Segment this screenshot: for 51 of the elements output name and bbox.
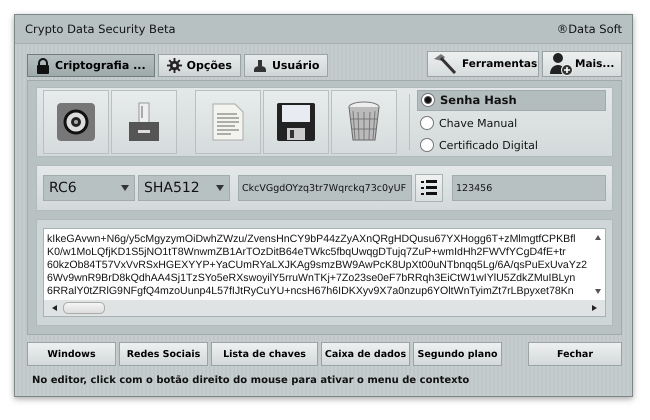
menu-button[interactable]: Lista de chaves	[211, 342, 318, 366]
tab[interactable]: Criptografia ...	[27, 54, 155, 77]
safe-dial-icon	[56, 102, 96, 142]
more-button[interactable]: Mais...	[542, 51, 622, 77]
password-field[interactable]: 123456	[452, 175, 606, 201]
radio-option[interactable]: Certificado Digital	[417, 136, 606, 154]
tab[interactable]: Usuário	[244, 54, 328, 77]
gear-icon	[166, 58, 182, 73]
menu-button[interactable]: Windows	[27, 342, 116, 366]
person-icon	[252, 58, 267, 72]
hammer-icon	[434, 54, 456, 74]
usb-drive-button[interactable]	[111, 90, 177, 154]
window-title: Crypto Data Security Beta	[25, 22, 176, 36]
padlock-icon	[36, 58, 50, 74]
algorithm-dropdown[interactable]: RC6	[43, 175, 135, 201]
hash-dropdown[interactable]: SHA512	[138, 175, 230, 201]
editor-line: 6Wv9wnR9BrD8kQdhAA4Sj1TzSYo5eRXswoyilY5rruWnTKj+7Zo23se0eF7bRRqh3EiCtW1wIYlU5ZdkZMuIBLyn	[47, 272, 576, 285]
menu-button[interactable]: Segundo plano	[413, 342, 502, 366]
caret-icon	[121, 185, 129, 191]
document-button[interactable]	[195, 90, 261, 154]
close-button[interactable]: Fechar	[528, 342, 622, 366]
menu-button[interactable]: Caixa de dados	[321, 342, 410, 366]
horizontal-scrollbar[interactable]	[44, 300, 605, 316]
caret-icon	[216, 185, 224, 191]
numbered-list-button[interactable]	[415, 174, 443, 202]
tools-button[interactable]: Ferramentas	[427, 51, 539, 77]
text-editor[interactable]	[43, 228, 606, 317]
floppy-disk-button[interactable]	[263, 90, 329, 154]
editor-line: 6RRalY0tZRlG9NFgfQ4mzoUunp4L57fIJtRyCuYU+ncsH67h6IDKXyv9X7a0nzup6YOltWnTyimZt7rLBpyxet78Kn	[47, 285, 574, 298]
add-user-icon	[549, 52, 573, 76]
numbered-list-icon	[421, 179, 437, 197]
menu-button[interactable]: Redes Sociais	[119, 342, 208, 366]
editor-line: K0/w1MoLQfjKD1S5jNO1tT8WnwmZB1ArTOzDitB64eTWkc5fbqUwqgDTujq7ZuP+wmIdHh2FWVfYCgD4fE+tr	[47, 246, 566, 259]
radio-option[interactable]: Chave Manual	[417, 114, 606, 132]
status-text: No editor, click com o botão direito do mouse para ativar o menu de contexto	[31, 374, 470, 388]
scroll-thumb[interactable]	[63, 302, 105, 314]
editor-line: kIkeGAvwn+N6g/y5cMgyzymOiDwhZWzu/ZvensHnCY9bP44zZyAXnQRgHDQusu67YXHogg6T+zMlmgtfCPKBfl	[47, 233, 576, 246]
trash-bin-icon	[347, 101, 381, 143]
safe-dial-button[interactable]	[43, 90, 109, 154]
scroll-left-icon	[52, 305, 57, 311]
trash-bin-button[interactable]	[331, 90, 397, 154]
key-field[interactable]: CkcVGgdOYzq3tr7Wqrckq73c0yUF	[238, 175, 412, 201]
scroll-right-icon	[592, 305, 597, 311]
document-icon	[211, 102, 245, 142]
usb-drive-icon	[128, 102, 160, 142]
tab[interactable]: Opções	[158, 54, 241, 77]
scroll-down-icon	[595, 289, 601, 294]
brand-label: ®Data Soft	[556, 22, 622, 36]
editor-line: 60kzOb84T57VxVvRSxHGEXYYP+YaCUmRYaLXJKAg9smzBW9AwPcK8UpXt00uNTbnqq5Lg/6A/qsPuExUvaYz2	[47, 259, 588, 272]
radio-option[interactable]: Senha Hash	[417, 90, 606, 110]
scroll-up-icon	[595, 235, 601, 240]
